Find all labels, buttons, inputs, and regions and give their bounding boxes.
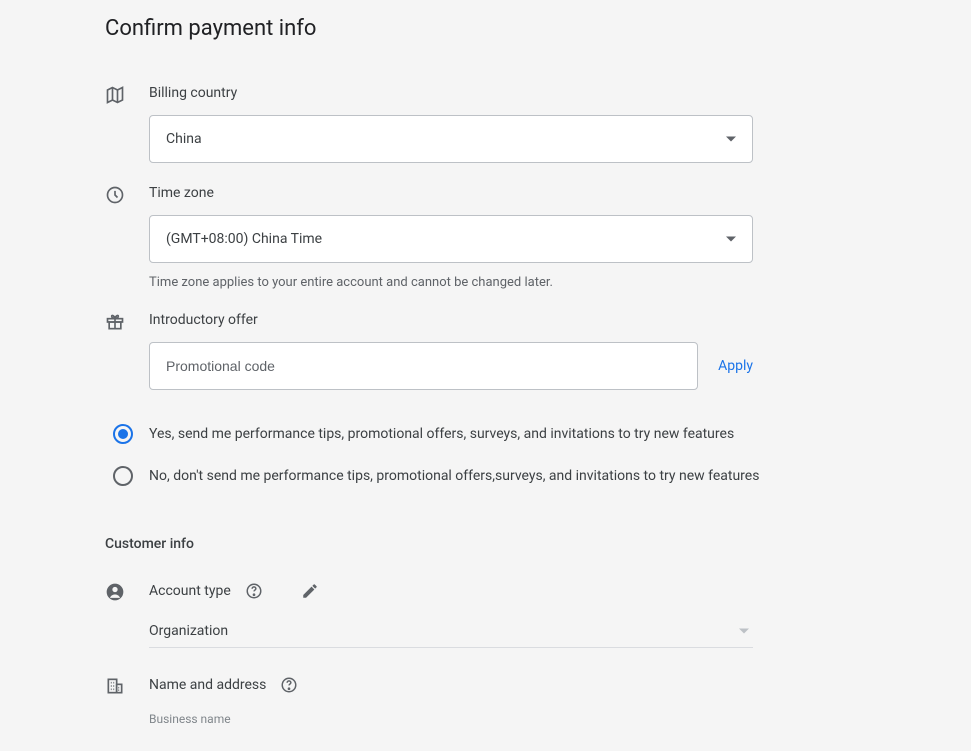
radio-yes-label: Yes, send me performance tips, promotion…	[149, 424, 734, 444]
promo-code-input[interactable]	[149, 342, 698, 390]
radio-no-label: No, don't send me performance tips, prom…	[149, 466, 759, 486]
time-zone-label: Time zone	[149, 185, 866, 201]
customer-info-title: Customer info	[105, 536, 866, 552]
account-type-label: Account type	[149, 583, 231, 599]
chevron-down-icon	[739, 628, 749, 633]
radio-button-icon	[113, 424, 133, 444]
apply-button[interactable]: Apply	[718, 358, 753, 374]
time-zone-field: Time zone (GMT+08:00) China Time Time zo…	[105, 185, 866, 290]
account-type-value: Organization	[149, 623, 228, 639]
building-icon	[105, 676, 149, 696]
time-zone-helper: Time zone applies to your entire account…	[149, 275, 866, 290]
name-address-field: Name and address Business name	[105, 676, 866, 726]
marketing-radio-group: Yes, send me performance tips, promotion…	[105, 424, 866, 486]
help-icon[interactable]	[245, 582, 263, 600]
time-zone-select[interactable]: (GMT+08:00) China Time	[149, 215, 753, 263]
page-title: Confirm payment info	[105, 16, 866, 41]
billing-country-select[interactable]: China	[149, 115, 753, 163]
intro-offer-label: Introductory offer	[149, 312, 866, 328]
name-address-label: Name and address	[149, 677, 266, 693]
billing-country-label: Billing country	[149, 85, 866, 101]
gift-icon	[105, 312, 149, 332]
chevron-down-icon	[726, 237, 736, 242]
radio-button-icon	[113, 466, 133, 486]
account-type-field: Account type Organization	[105, 582, 866, 648]
edit-icon[interactable]	[301, 582, 319, 600]
radio-yes[interactable]: Yes, send me performance tips, promotion…	[105, 424, 866, 444]
help-icon[interactable]	[280, 676, 298, 694]
intro-offer-field: Introductory offer Apply	[105, 312, 866, 390]
billing-country-field: Billing country China	[105, 85, 866, 163]
clock-icon	[105, 185, 149, 205]
radio-no[interactable]: No, don't send me performance tips, prom…	[105, 466, 866, 486]
time-zone-value: (GMT+08:00) China Time	[166, 231, 322, 247]
billing-country-value: China	[166, 131, 202, 147]
map-icon	[105, 85, 149, 105]
person-icon	[105, 582, 149, 602]
chevron-down-icon	[726, 137, 736, 142]
business-name-label: Business name	[149, 712, 866, 726]
account-type-select[interactable]: Organization	[149, 614, 753, 648]
